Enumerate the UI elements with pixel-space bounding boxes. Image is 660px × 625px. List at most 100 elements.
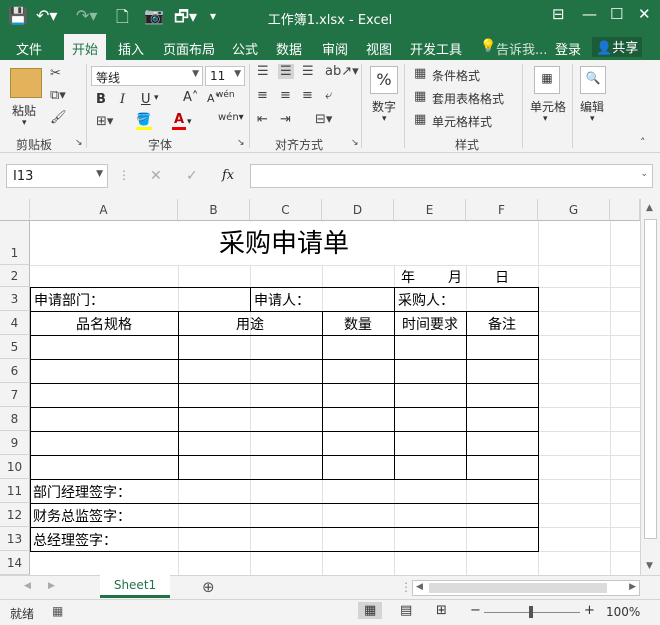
ribbon: 粘贴 ▾ ✂ ⧉▾ 🖌 剪贴板 ↘ 等线 ▼ 11 ▼ B I U ▾ A˄ A˅ … [0, 60, 660, 153]
ribbon-tabs: 文件 开始 插入 页面布局 公式 数据 审阅 视图 开发工具 💡 告诉我... … [0, 34, 660, 60]
wrap-text-icon[interactable]: ⤶ [325, 88, 332, 103]
insert-function-icon[interactable]: fx [222, 168, 234, 183]
number-dropdown-icon[interactable]: ▾ [382, 114, 387, 124]
underline-dropdown-icon[interactable]: ▾ [154, 93, 159, 103]
collapse-ribbon-icon[interactable]: ˄ [640, 136, 646, 149]
align-bottom-icon[interactable]: ☰ [302, 64, 314, 79]
expand-formula-icon[interactable]: ⌄ [640, 169, 648, 179]
magnifier-icon: 🔍 [580, 66, 606, 94]
cells-button[interactable]: 单元格 [530, 98, 566, 115]
scroll-up-icon[interactable]: ▲ [646, 203, 653, 213]
macro-record-icon[interactable]: ▦ [52, 604, 63, 618]
scroll-down-icon[interactable]: ▼ [646, 561, 653, 571]
paste-dropdown-icon[interactable]: ▾ [22, 118, 27, 128]
zoom-in-icon[interactable]: + [584, 603, 595, 618]
tab-data[interactable]: 数据 [276, 39, 302, 58]
separator [361, 64, 362, 148]
italic-button[interactable]: I [120, 92, 125, 107]
prev-sheet-icon[interactable]: ◀ [24, 581, 31, 591]
copy-icon[interactable]: ⧉▾ [50, 88, 66, 103]
format-as-table-button[interactable]: 套用表格格式 [432, 90, 504, 107]
tab-home[interactable]: 开始 [64, 34, 107, 60]
zoom-slider-handle[interactable] [529, 606, 533, 618]
scroll-left-icon[interactable]: ◀ [416, 582, 423, 592]
name-box-value: I13 [13, 169, 34, 184]
splitter-icon[interactable]: ⋮ [118, 168, 130, 182]
font-launcher-icon[interactable]: ↘ [237, 138, 245, 148]
align-left-icon[interactable]: ≡ [257, 88, 268, 103]
decrease-indent-icon[interactable]: ⇤ [257, 112, 268, 127]
align-top-icon[interactable]: ☰ [257, 64, 269, 79]
formula-input[interactable]: ⌄ [250, 164, 653, 188]
font-color-dropdown-icon[interactable]: ▾ [187, 117, 192, 127]
tab-file[interactable]: 文件 [16, 39, 42, 58]
alignment-launcher-icon[interactable]: ↘ [351, 138, 359, 148]
header-remarks: 备注 [488, 317, 516, 333]
tell-me-box[interactable]: 告诉我... [496, 39, 547, 58]
sign-finance-director: 财务总监签字： [33, 509, 131, 525]
zoom-level[interactable]: 100% [606, 605, 640, 619]
merge-center-icon[interactable]: ⊟▾ [315, 112, 332, 127]
cell-styles-button[interactable]: 单元格样式 [432, 113, 492, 130]
format-painter-icon[interactable]: 🖌 [50, 110, 67, 125]
minimize-icon[interactable]: — [582, 5, 597, 23]
vertical-scroll-thumb[interactable] [644, 219, 657, 539]
normal-view-icon[interactable]: ▦ [358, 602, 383, 619]
tab-view[interactable]: 视图 [366, 39, 392, 58]
number-button[interactable]: 数字 [372, 98, 396, 115]
align-right-icon[interactable]: ≡ [302, 88, 313, 103]
underline-button[interactable]: U [141, 92, 151, 107]
scroll-right-icon[interactable]: ▶ [629, 582, 636, 592]
font-name-value: 等线 [96, 71, 121, 85]
bold-button[interactable]: B [96, 92, 106, 107]
font-size-box[interactable]: 11 ▼ [205, 66, 245, 86]
percent-icon[interactable]: % [370, 66, 398, 94]
confirm-entry-icon[interactable]: ✓ [186, 168, 198, 184]
tab-formulas[interactable]: 公式 [232, 39, 258, 58]
cells-dropdown-icon[interactable]: ▾ [543, 114, 548, 124]
add-sheet-icon[interactable]: ⊕ [202, 578, 215, 596]
cut-icon[interactable]: ✂ [50, 66, 61, 81]
zoom-out-icon[interactable]: − [470, 603, 481, 618]
grow-font-icon[interactable]: A˄ [183, 90, 198, 105]
clipboard-icon [10, 68, 42, 98]
tab-splitter-icon[interactable]: ⋮ [400, 580, 412, 594]
sheet-tab-sheet1[interactable]: Sheet1 [100, 575, 170, 598]
horizontal-scroll-thumb[interactable] [429, 583, 607, 593]
login-link[interactable]: 登录 [555, 39, 581, 58]
phonetic-icon[interactable]: wén [216, 90, 235, 100]
close-icon[interactable]: ✕ [638, 5, 651, 23]
horizontal-scrollbar[interactable]: ◀ ▶ [412, 580, 640, 596]
tab-page-layout[interactable]: 页面布局 [163, 39, 215, 58]
align-middle-icon[interactable]: ☰ [278, 64, 294, 79]
tab-developer[interactable]: 开发工具 [410, 39, 462, 58]
conditional-format-button[interactable]: 条件格式 [432, 67, 480, 84]
vertical-scrollbar[interactable]: ▲ ▼ [640, 199, 660, 575]
editing-dropdown-icon[interactable]: ▾ [590, 114, 595, 124]
font-color-icon[interactable]: A [172, 112, 186, 130]
name-box[interactable]: I13 ▼ [6, 164, 108, 188]
next-sheet-icon[interactable]: ▶ [48, 581, 55, 591]
share-button[interactable]: 👤共享 [592, 37, 643, 57]
share-label: 共享 [612, 41, 639, 56]
borders-icon[interactable]: ⊞▾ [96, 114, 113, 129]
clipboard-launcher-icon[interactable]: ↘ [75, 138, 83, 148]
buyer-label: 采购人： [398, 293, 454, 309]
increase-indent-icon[interactable]: ⇥ [280, 112, 291, 127]
font-name-box[interactable]: 等线 ▼ [91, 66, 203, 86]
wen-icon[interactable]: wén▾ [218, 112, 244, 123]
orientation-icon[interactable]: ab↗▾ [325, 64, 359, 79]
align-center-icon[interactable]: ≡ [280, 88, 291, 103]
page-break-view-icon[interactable]: ⊞ [436, 603, 447, 618]
fill-color-icon[interactable]: 🪣 [136, 112, 152, 130]
tab-insert[interactable]: 插入 [118, 39, 144, 58]
ribbon-display-icon[interactable]: ⊟ [552, 5, 565, 23]
table-format-icon: ▦ [414, 89, 427, 104]
paste-button[interactable]: 粘贴 [12, 102, 36, 119]
cancel-entry-icon[interactable]: ✕ [150, 168, 162, 184]
page-layout-view-icon[interactable]: ▤ [400, 603, 412, 618]
tab-review[interactable]: 审阅 [322, 39, 348, 58]
worksheet-grid[interactable]: A B C D E F G 1 2 3 4 5 6 7 8 9 10 11 12… [0, 199, 660, 575]
editing-button[interactable]: 编辑 [580, 98, 604, 115]
maximize-icon[interactable]: ☐ [610, 5, 623, 23]
